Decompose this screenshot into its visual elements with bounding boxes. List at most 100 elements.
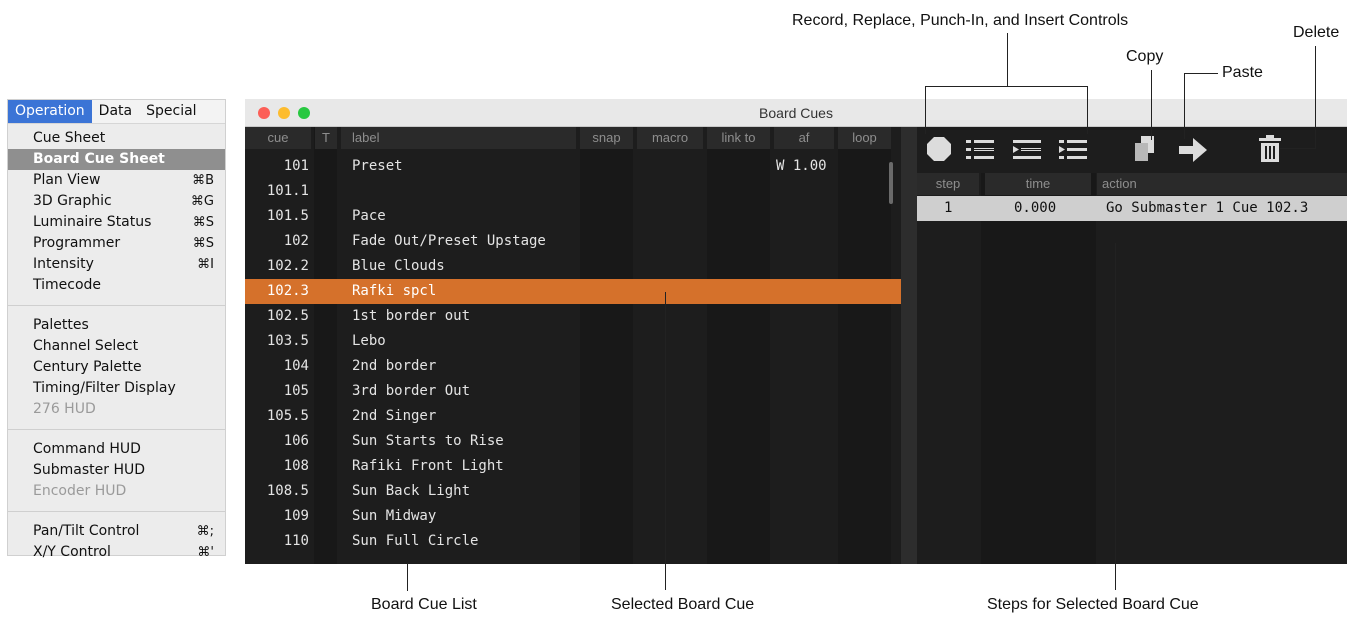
col-header-macro[interactable]: macro [637,127,703,149]
cue-label: Blue Clouds [352,258,445,274]
cue-row[interactable]: 108 Rafiki Front Light [245,454,901,479]
cue-row[interactable]: 105.5 2nd Singer [245,404,901,429]
menu-item-label: Command HUD [33,441,141,457]
pane-divider[interactable] [901,127,917,564]
record-icon[interactable] [925,135,953,163]
menu-item-label: 276 HUD [33,401,96,417]
cue-label: Fade Out/Preset Upstage [352,233,546,249]
menu-item-programmer[interactable]: Programmer ⌘S [8,233,225,254]
menu-item-board-cue-sheet[interactable]: Board Cue Sheet [8,149,225,170]
cue-label: Sun Full Circle [352,533,479,549]
step-number: 1 [944,200,953,216]
cue-row[interactable]: 101.5 Pace [245,204,901,229]
cue-row[interactable]: 110 Sun Full Circle [245,529,901,554]
menu-shortcut: ⌘S [192,215,214,230]
annotation-steps: Steps for Selected Board Cue [987,596,1199,613]
window-title: Board Cues [759,105,833,121]
cue-number: 106 [283,433,309,449]
steps-toolbar [917,127,1347,173]
menu-item-timing-filter-display[interactable]: Timing/Filter Display [8,378,225,399]
step-time: 0.000 [1014,200,1057,216]
annotation-line [925,86,1088,87]
annotation-line [925,86,926,134]
annotation-delete: Delete [1293,24,1340,41]
cue-number: 110 [283,533,309,549]
menu-item-submaster-hud[interactable]: Submaster HUD [8,460,225,481]
cue-list-header: cue T label snap macro link to af loop [245,127,901,149]
col-header-snap[interactable]: snap [580,127,633,149]
menu-item-cue-sheet[interactable]: Cue Sheet [8,128,225,149]
cue-row[interactable]: 106 Sun Starts to Rise [245,429,901,454]
menu-item-intensity[interactable]: Intensity ⌘I [8,254,225,275]
menu-item-plan-view[interactable]: Plan View ⌘B [8,170,225,191]
column-bg [981,173,1096,564]
cue-row-selected[interactable]: 102.3 Rafki spcl [245,279,901,304]
menu-item-palettes[interactable]: Palettes [8,315,225,336]
menu-item-timecode[interactable]: Timecode [8,275,225,296]
annotation-cue-list: Board Cue List [371,596,477,613]
menu-item-xy-control[interactable]: X/Y Control ⌘' [8,542,225,563]
annotation-line [407,563,408,591]
menu-item-century-palette[interactable]: Century Palette [8,357,225,378]
cue-row[interactable]: 108.5 Sun Back Light [245,479,901,504]
col-header-loop[interactable]: loop [838,127,891,149]
cue-label: Rafki spcl [352,283,437,299]
menu-item-label: Programmer [33,235,121,251]
menubar-operation[interactable]: Operation [8,100,92,123]
menubar-data[interactable]: Data [92,100,139,123]
cue-row[interactable]: 102.5 1st border out [245,304,901,329]
cue-number: 105 [283,383,309,399]
menu-item-label: 3D Graphic [33,193,112,209]
insert-icon[interactable] [1058,137,1088,163]
cue-label: 2nd border [352,358,437,374]
step-row[interactable]: 1 0.000 Go Submaster 1 Cue 102.3 [917,196,1347,221]
menu-item-label: Channel Select [33,338,139,354]
punch-in-icon[interactable] [1012,137,1042,163]
menu-item-pan-tilt-control[interactable]: Pan/Tilt Control ⌘; [8,521,225,542]
cue-number: 103.5 [266,333,309,349]
cue-row[interactable]: 105 3rd border Out [245,379,901,404]
menu-item-luminaire-status[interactable]: Luminaire Status ⌘S [8,212,225,233]
cue-row[interactable]: 102.2 Blue Clouds [245,254,901,279]
menu-shortcut: ⌘' [197,545,214,560]
menu-shortcut: ⌘; [196,524,214,539]
col-header-action[interactable]: action [1097,173,1347,195]
col-header-time[interactable]: time [985,173,1091,195]
col-header-step[interactable]: step [917,173,979,195]
cue-row[interactable]: 101 Preset W 1.00 [245,154,901,179]
menu-separator [8,429,225,430]
paste-icon[interactable] [1177,136,1209,164]
menu-item-3d-graphic[interactable]: 3D Graphic ⌘G [8,191,225,212]
menu-item-label: Palettes [33,317,89,333]
menu-item-channel-select[interactable]: Channel Select [8,336,225,357]
cue-number: 102 [283,233,309,249]
col-header-af[interactable]: af [774,127,834,149]
cue-label: Lebo [352,333,386,349]
cue-number: 101.5 [266,208,309,224]
menu-shortcut: ⌘I [197,257,214,272]
cue-row[interactable]: 109 Sun Midway [245,504,901,529]
col-header-t[interactable]: T [315,127,337,149]
cue-list-scrollbar[interactable] [889,162,893,204]
replace-icon[interactable] [965,137,995,163]
menu-item-label: Cue Sheet [33,130,106,146]
cue-row[interactable]: 104 2nd border [245,354,901,379]
col-header-label[interactable]: label [341,127,576,149]
board-cue-list[interactable]: cue T label snap macro link to af loop 1… [245,127,901,564]
cue-row[interactable]: 103.5 Lebo [245,329,901,354]
cue-af: W 1.00 [776,158,827,174]
menu-item-command-hud[interactable]: Command HUD [8,439,225,460]
annotation-paste: Paste [1222,64,1263,81]
col-header-link-to[interactable]: link to [707,127,770,149]
cue-label: 2nd Singer [352,408,437,424]
copy-icon[interactable] [1132,134,1158,164]
col-header-cue[interactable]: cue [245,127,311,149]
operation-menu: Operation Data Special Cue Sheet Board C… [7,99,226,560]
cue-number: 101 [283,158,309,174]
cue-row[interactable]: 102 Fade Out/Preset Upstage [245,229,901,254]
cue-number: 105.5 [266,408,309,424]
cue-number: 102.2 [266,258,309,274]
delete-icon[interactable] [1257,134,1283,164]
menubar-special[interactable]: Special [139,100,203,123]
cue-row[interactable]: 101.1 [245,179,901,204]
